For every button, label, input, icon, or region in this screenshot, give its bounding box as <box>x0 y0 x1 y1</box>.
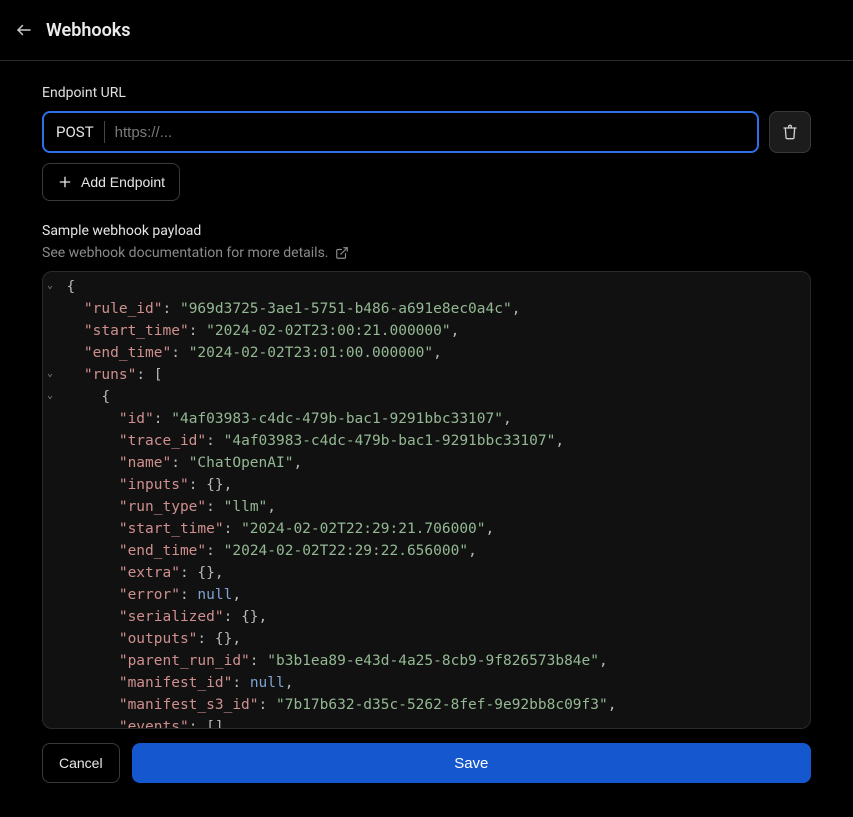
docs-link[interactable]: See webhook documentation for more detai… <box>42 245 349 261</box>
action-buttons: Cancel Save <box>42 743 811 783</box>
add-endpoint-button[interactable]: Add Endpoint <box>42 163 180 201</box>
content-area: Endpoint URL POST Add Endpoint Sample we… <box>0 61 853 783</box>
trash-icon <box>782 124 798 140</box>
payload-code-box: ⌄ { "rule_id": "969d3725-3ae1-5751-b486-… <box>42 271 811 729</box>
plus-icon <box>57 174 73 190</box>
delete-endpoint-button[interactable] <box>769 111 811 153</box>
back-arrow-icon[interactable] <box>14 20 34 40</box>
payload-code-viewer[interactable]: ⌄ { "rule_id": "969d3725-3ae1-5751-b486-… <box>43 272 810 728</box>
cancel-button[interactable]: Cancel <box>42 743 120 783</box>
endpoint-url-label: Endpoint URL <box>42 85 811 101</box>
endpoint-row: POST <box>42 111 811 153</box>
external-link-icon <box>335 246 349 260</box>
sample-payload-title: Sample webhook payload <box>42 223 811 239</box>
endpoint-url-input[interactable] <box>105 124 745 141</box>
page-header: Webhooks <box>0 0 853 61</box>
endpoint-input-group[interactable]: POST <box>42 111 759 153</box>
docs-link-text: See webhook documentation for more detai… <box>42 245 329 261</box>
add-endpoint-label: Add Endpoint <box>81 174 165 190</box>
save-button[interactable]: Save <box>132 743 811 783</box>
page-title: Webhooks <box>46 20 131 41</box>
http-method-label: POST <box>56 121 105 143</box>
